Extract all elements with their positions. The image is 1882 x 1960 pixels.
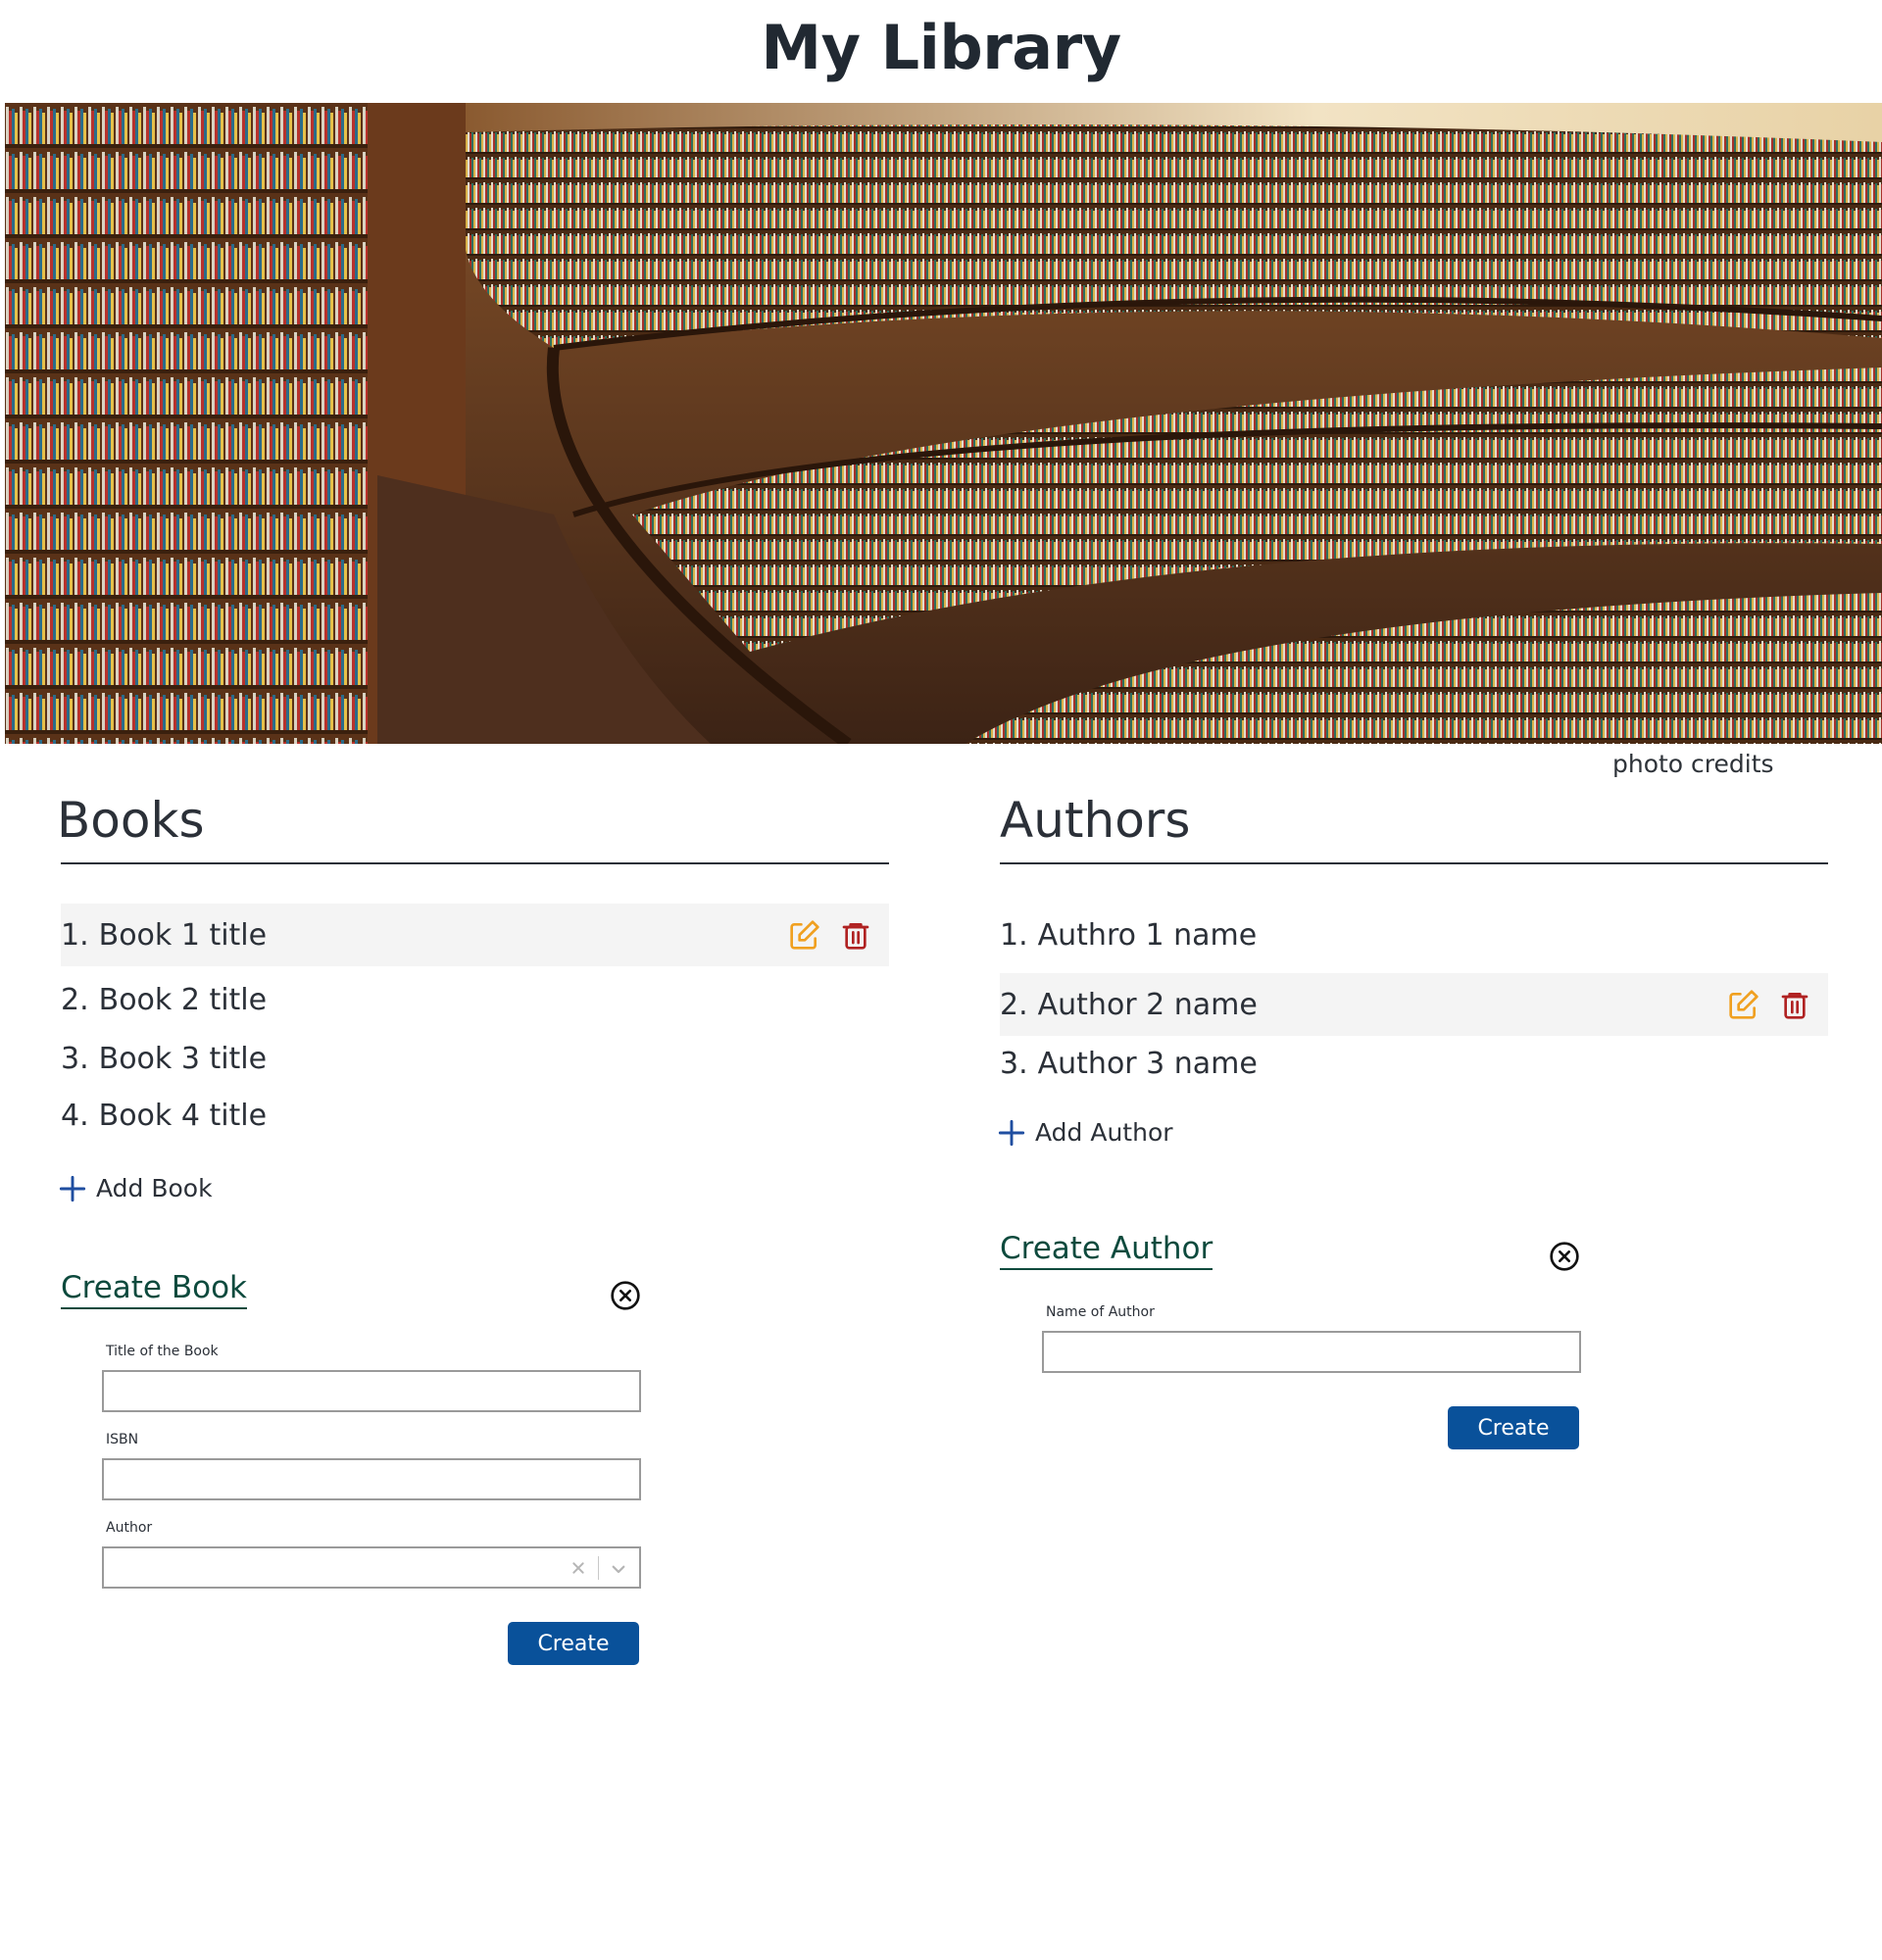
- edit-icon[interactable]: [789, 919, 820, 951]
- add-book-button[interactable]: Add Book: [59, 1174, 213, 1202]
- author-item-name: Authro 1 name: [1037, 917, 1258, 953]
- book-title-label: Title of the Book: [106, 1344, 219, 1359]
- create-author-button[interactable]: Create: [1448, 1406, 1579, 1449]
- book-item-number: 4.: [61, 1098, 89, 1133]
- author-item-name: Author 3 name: [1037, 1046, 1258, 1081]
- book-title-input[interactable]: [102, 1370, 641, 1412]
- create-book-button[interactable]: Create: [508, 1622, 639, 1665]
- close-circle-icon[interactable]: [610, 1280, 641, 1311]
- book-item-number: 2.: [61, 982, 89, 1017]
- book-list-item[interactable]: 4. Book 4 title: [61, 1084, 889, 1147]
- book-item-actions: [789, 919, 871, 951]
- author-item-number: 1.: [1000, 917, 1028, 953]
- books-divider: [61, 862, 889, 864]
- book-item-number: 1.: [61, 917, 89, 953]
- select-separator: [598, 1556, 599, 1580]
- author-select[interactable]: [102, 1546, 641, 1589]
- plus-icon: [998, 1119, 1025, 1146]
- plus-icon: [59, 1175, 86, 1201]
- author-list-item[interactable]: 2. Author 2 name: [1000, 973, 1828, 1036]
- author-name-input[interactable]: [1042, 1331, 1581, 1373]
- trash-icon[interactable]: [840, 919, 871, 951]
- author-item-actions: [1728, 989, 1810, 1020]
- book-list-item[interactable]: 1. Book 1 title: [61, 904, 889, 966]
- edit-icon[interactable]: [1728, 989, 1759, 1020]
- chevron-down-icon[interactable]: [610, 1560, 627, 1578]
- book-item-title: Book 3 title: [98, 1041, 268, 1076]
- isbn-input[interactable]: [102, 1458, 641, 1500]
- book-item-title: Book 1 title: [98, 917, 268, 953]
- author-select-label: Author: [106, 1520, 153, 1536]
- authors-divider: [1000, 862, 1828, 864]
- trash-icon[interactable]: [1779, 989, 1810, 1020]
- library-hero-image: [5, 103, 1882, 744]
- book-item-title: Book 4 title: [98, 1098, 268, 1133]
- author-item-number: 3.: [1000, 1046, 1028, 1081]
- author-item-name: Author 2 name: [1037, 987, 1258, 1022]
- clear-icon[interactable]: [570, 1560, 586, 1576]
- author-list-item[interactable]: 1. Authro 1 name: [1000, 904, 1828, 966]
- authors-section-title: Authors: [1000, 792, 1191, 849]
- author-name-label: Name of Author: [1046, 1304, 1155, 1320]
- book-list-item[interactable]: 3. Book 3 title: [61, 1027, 889, 1090]
- add-author-button[interactable]: Add Author: [998, 1118, 1173, 1147]
- book-item-title: Book 2 title: [98, 982, 268, 1017]
- close-circle-icon[interactable]: [1549, 1241, 1580, 1272]
- create-book-title[interactable]: Create Book: [61, 1270, 248, 1309]
- create-author-title[interactable]: Create Author: [1000, 1231, 1213, 1270]
- book-list-item[interactable]: 2. Book 2 title: [61, 968, 889, 1031]
- book-item-number: 3.: [61, 1041, 89, 1076]
- isbn-label: ISBN: [106, 1432, 139, 1447]
- add-book-label: Add Book: [96, 1174, 213, 1202]
- page-title: My Library: [761, 12, 1121, 83]
- books-section-title: Books: [57, 792, 205, 849]
- author-list-item[interactable]: 3. Author 3 name: [1000, 1032, 1828, 1095]
- author-item-number: 2.: [1000, 987, 1028, 1022]
- photo-credits-link[interactable]: photo credits: [1612, 750, 1808, 778]
- add-author-label: Add Author: [1035, 1118, 1173, 1147]
